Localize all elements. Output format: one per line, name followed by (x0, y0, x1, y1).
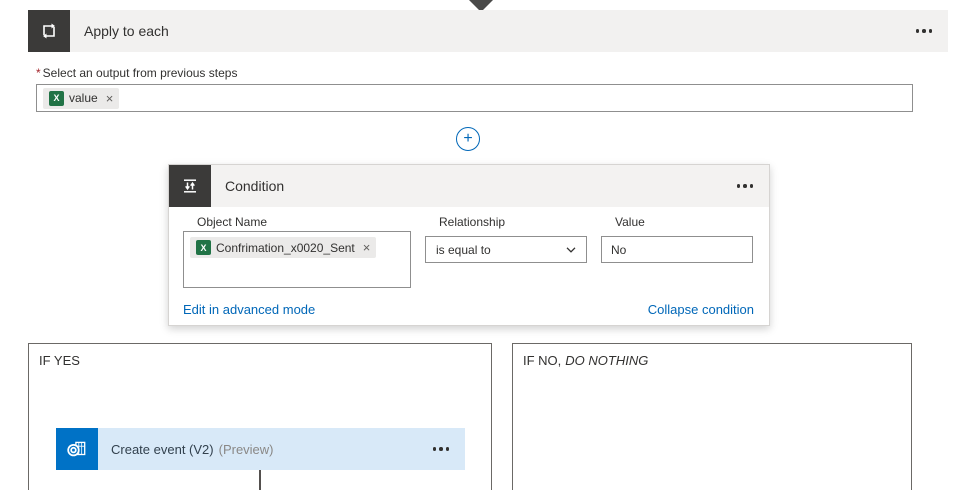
condition-card: Condition Object Name Relationship Value… (168, 164, 770, 326)
if-no-branch: IF NO, DO NOTHING (512, 343, 912, 490)
edit-advanced-mode-link[interactable]: Edit in advanced mode (183, 302, 315, 317)
object-name-field[interactable]: X Confrimation_x0020_Sent × (183, 231, 411, 288)
flow-designer-canvas: Apply to each *Select an output from pre… (0, 0, 976, 490)
excel-icon-glyph: X (53, 93, 59, 103)
select-output-label: *Select an output from previous steps (36, 66, 237, 80)
required-asterisk: * (36, 66, 41, 80)
token-label: Confrimation_x0020_Sent (216, 241, 355, 255)
apply-to-each-loop-icon (28, 10, 70, 52)
output-input[interactable]: X value × (36, 84, 913, 112)
relationship-label: Relationship (439, 215, 505, 229)
relationship-selected-value: is equal to (436, 243, 491, 257)
remove-token-icon[interactable]: × (363, 241, 371, 254)
condition-branch-icon (169, 165, 211, 207)
if-yes-branch: IF YES Create event (V2) (Preview) (28, 343, 492, 490)
value-token[interactable]: X value × (43, 88, 119, 109)
collapse-condition-link[interactable]: Collapse condition (648, 302, 754, 317)
condition-header[interactable]: Condition (169, 165, 769, 207)
excel-icon: X (49, 91, 64, 106)
do-nothing-label: DO NOTHING (565, 353, 648, 368)
apply-to-each-header[interactable]: Apply to each (28, 10, 948, 52)
insert-step-button[interactable]: + (456, 127, 480, 151)
object-name-label: Object Name (197, 215, 267, 229)
excel-icon-glyph: X (200, 243, 206, 253)
if-no-label-text: IF NO, (523, 353, 561, 368)
connector-line (259, 470, 261, 490)
token-label: value (69, 91, 98, 105)
create-event-menu-button[interactable] (417, 439, 466, 459)
value-label: Value (615, 215, 645, 229)
preview-badge: (Preview) (219, 442, 274, 457)
plus-icon: + (463, 131, 472, 147)
condition-title: Condition (225, 178, 284, 194)
ellipsis-icon (737, 184, 754, 188)
remove-token-icon[interactable]: × (106, 92, 114, 105)
apply-to-each-title: Apply to each (84, 23, 169, 39)
condition-menu-button[interactable] (721, 176, 770, 196)
create-event-title: Create event (V2) (111, 442, 214, 457)
chevron-down-icon (566, 247, 576, 253)
if-no-label: IF NO, DO NOTHING (523, 353, 648, 368)
apply-to-each-menu-button[interactable] (900, 21, 949, 41)
value-field[interactable]: No (601, 236, 753, 263)
value-field-text: No (611, 243, 626, 257)
if-yes-label: IF YES (39, 353, 80, 368)
select-output-label-text: Select an output from previous steps (43, 66, 238, 80)
object-name-token[interactable]: X Confrimation_x0020_Sent × (190, 237, 376, 258)
outlook-calendar-icon (56, 428, 98, 470)
ellipsis-icon (433, 447, 450, 451)
relationship-select[interactable]: is equal to (425, 236, 587, 263)
ellipsis-icon (916, 29, 933, 33)
create-event-card[interactable]: Create event (V2) (Preview) (56, 428, 465, 470)
excel-icon: X (196, 240, 211, 255)
